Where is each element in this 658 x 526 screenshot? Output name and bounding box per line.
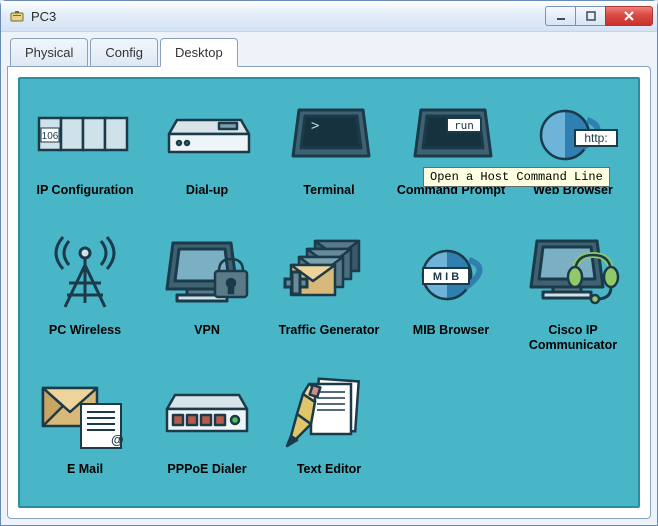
app-label: PC Wireless <box>49 323 121 353</box>
ip-communicator-icon <box>523 227 623 323</box>
app-web-browser[interactable]: http: Web Browser <box>518 87 628 219</box>
svg-text:http:: http: <box>584 131 607 145</box>
app-label: Command Prompt <box>397 183 505 213</box>
app-label: Terminal <box>303 183 354 213</box>
tab-config[interactable]: Config <box>90 38 158 67</box>
svg-text:>: > <box>311 118 319 134</box>
maximize-button[interactable] <box>575 6 605 26</box>
empty-cell <box>518 366 628 498</box>
svg-text:@: @ <box>111 432 124 447</box>
app-label: MIB Browser <box>413 323 489 353</box>
app-dialup[interactable]: Dial-up <box>152 87 262 219</box>
application-window: PC3 Physical Config Desktop <box>0 0 658 526</box>
terminal-icon: > <box>279 87 379 183</box>
titlebar[interactable]: PC3 <box>1 1 657 31</box>
app-label: PPPoE Dialer <box>167 462 246 492</box>
minimize-button[interactable] <box>545 6 575 26</box>
app-label: Web Browser <box>533 183 613 213</box>
client-area: Physical Config Desktop <box>1 31 657 525</box>
app-terminal[interactable]: > Terminal <box>274 87 384 219</box>
pc-wireless-icon <box>35 227 135 323</box>
svg-text:106: 106 <box>42 131 59 142</box>
app-label: Dial-up <box>186 183 228 213</box>
svg-text:M I B: M I B <box>433 271 459 283</box>
tab-desktop[interactable]: Desktop <box>160 38 238 67</box>
pppoe-dialer-icon <box>157 366 257 462</box>
mib-browser-icon: M I B <box>401 227 501 323</box>
vpn-icon <box>157 227 257 323</box>
app-label: VPN <box>194 323 220 353</box>
app-vpn[interactable]: VPN <box>152 227 262 359</box>
desktop-area: 106 IP Configuration <box>18 77 640 508</box>
app-icon <box>9 8 25 24</box>
text-editor-icon <box>279 366 379 462</box>
app-ip-configuration[interactable]: 106 IP Configuration <box>30 87 140 219</box>
app-cisco-ip-communicator[interactable]: Cisco IP Communicator <box>518 227 628 359</box>
app-pc-wireless[interactable]: PC Wireless <box>30 227 140 359</box>
close-button[interactable] <box>605 6 653 26</box>
app-label: Traffic Generator <box>279 323 380 353</box>
app-label: Text Editor <box>297 462 361 492</box>
tab-panel: 106 IP Configuration <box>7 66 651 519</box>
dialup-icon <box>157 87 257 183</box>
tab-physical[interactable]: Physical <box>10 38 88 67</box>
app-pppoe-dialer[interactable]: PPPoE Dialer <box>152 366 262 498</box>
app-email[interactable]: @ E Mail <box>30 366 140 498</box>
tooltip: Open a Host Command Line <box>423 167 610 187</box>
email-icon: @ <box>35 366 135 462</box>
app-text-editor[interactable]: Text Editor <box>274 366 384 498</box>
window-controls <box>545 6 653 26</box>
tab-bar: Physical Config Desktop <box>10 38 651 67</box>
svg-text:run: run <box>454 119 474 132</box>
window-title: PC3 <box>31 9 545 24</box>
app-traffic-generator[interactable]: Traffic Generator <box>274 227 384 359</box>
app-command-prompt[interactable]: run Command Prompt <box>396 87 506 219</box>
empty-cell <box>396 366 506 498</box>
app-label: Cisco IP Communicator <box>518 323 628 353</box>
app-label: IP Configuration <box>37 183 134 213</box>
traffic-generator-icon <box>279 227 379 323</box>
app-label: E Mail <box>67 462 103 492</box>
app-mib-browser[interactable]: M I B MIB Browser <box>396 227 506 359</box>
ip-configuration-icon: 106 <box>35 87 135 183</box>
